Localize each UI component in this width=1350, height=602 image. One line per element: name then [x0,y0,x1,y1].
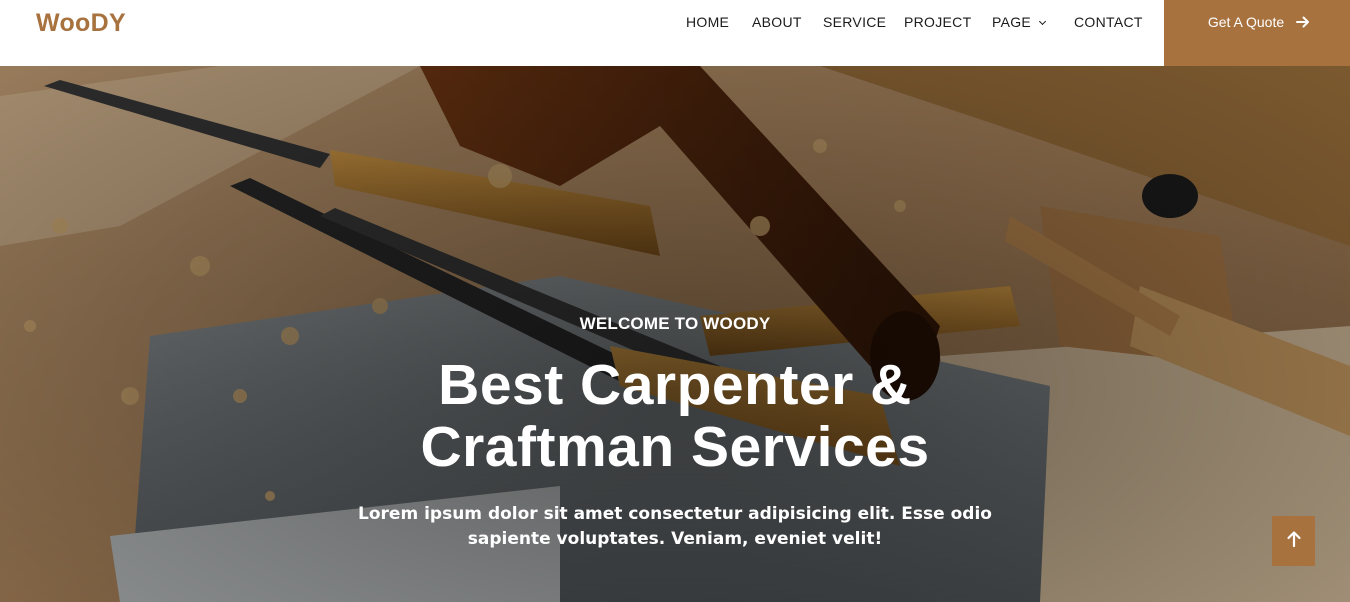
arrow-up-icon [1286,530,1302,553]
arrow-right-icon [1296,16,1310,28]
get-a-quote-label: Get A Quote [1207,14,1285,30]
nav-item-page[interactable]: PAGE [992,14,1047,30]
hero-title-line-2: Craftman Services [420,415,930,479]
back-to-top-button[interactable] [1272,516,1315,566]
nav-item-project[interactable]: PROJECT [904,14,971,30]
hero-subtitle: WELCOME TO WOODY [579,314,771,333]
site-header: WooDY HOME ABOUT SERVICE PROJECT PAGE CO… [0,0,1350,66]
hero-description-line-2: sapiente voluptates. Veniam, eveniet vel… [467,529,883,549]
nav-item-page-label: PAGE [992,14,1032,30]
hero-section: WELCOME TO WOODY Best Carpenter & Craftm… [0,66,1350,602]
hero-description: Lorem ipsum dolor sit amet consectetur a… [0,502,1350,552]
nav-item-contact[interactable]: CONTACT [1074,14,1143,30]
hero-description-line-1: Lorem ipsum dolor sit amet consectetur a… [358,504,992,524]
brand-logo[interactable]: WooDY [36,9,126,38]
hero-title: Best Carpenter & Craftman Services [0,354,1350,478]
nav-item-home[interactable]: HOME [686,14,729,30]
nav-item-service[interactable]: SERVICE [823,14,886,30]
chevron-down-icon [1039,17,1047,26]
get-a-quote-button[interactable]: Get A Quote [1164,0,1350,66]
nav-item-about[interactable]: ABOUT [752,14,802,30]
hero-title-line-1: Best Carpenter & [438,353,912,417]
